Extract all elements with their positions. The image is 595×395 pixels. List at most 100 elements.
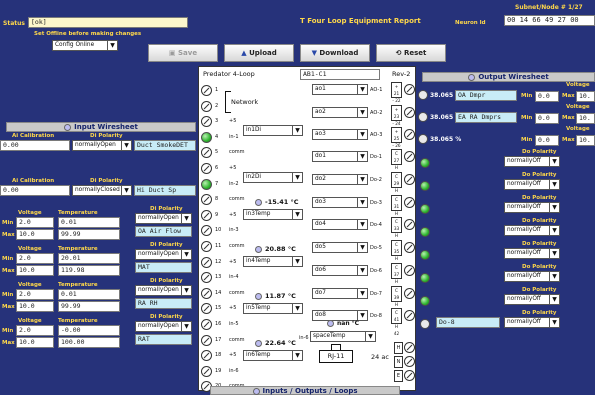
di-polarity-select[interactable]: normallyOpen ▼	[135, 285, 192, 296]
di-polarity-select[interactable]: normallyOpen ▼	[135, 249, 192, 260]
output-name-field[interactable]: OA Dmpr	[455, 90, 517, 101]
pin-label: +5	[229, 352, 237, 359]
ao-max-field[interactable]: 10.	[576, 91, 595, 102]
input-type-select[interactable]: in3Temp ▼	[243, 209, 303, 220]
min-label: Min	[2, 220, 14, 226]
input-name-field[interactable]: Duct SmokeDET	[134, 140, 196, 151]
voltage-min-field[interactable]: 2.0	[16, 325, 54, 336]
voltage-max-field[interactable]: 10.0	[16, 301, 54, 312]
output-led-icon	[420, 204, 430, 214]
ao-max-field[interactable]: 10.	[576, 135, 595, 146]
di-polarity-select[interactable]: normallyClosed ▼	[72, 185, 132, 196]
terminal-screw-icon	[404, 288, 415, 299]
input-name-field[interactable]: OA Air Flow	[135, 226, 192, 237]
input-wiresheet-header[interactable]: Input Wiresheet	[6, 122, 196, 132]
output-name-field[interactable]: EA RA Dmprs	[455, 112, 517, 123]
do-polarity-select[interactable]: normallyOff ▼	[504, 294, 560, 305]
mode-select[interactable]: Config Online ▼	[52, 40, 118, 51]
pin-number: 16	[215, 321, 222, 327]
pin-number: 19	[215, 367, 222, 374]
pin-label: +5	[229, 118, 237, 125]
output-label: Do-2	[370, 177, 382, 183]
output-type-select[interactable]: do5 ▼	[312, 242, 368, 253]
voltage-min-field[interactable]: 2.0	[16, 217, 54, 228]
input-temp: -15.41 °C	[255, 198, 299, 206]
ai-cal-field[interactable]: 0.00	[0, 185, 70, 196]
chevron-down-icon: ▼	[357, 130, 367, 139]
voltage-max-field[interactable]: 10.0	[16, 337, 54, 348]
ao-min-field[interactable]: 0.0	[535, 91, 559, 102]
output-type-select[interactable]: do2 ▼	[312, 174, 368, 185]
pin-label: comm	[229, 336, 245, 343]
board-id-field[interactable]: AB1-C1	[300, 69, 380, 80]
chevron-down-icon: ▼	[357, 243, 367, 252]
save-button[interactable]: ▣ Save	[148, 44, 218, 62]
do-polarity-select[interactable]: normallyOff ▼	[504, 225, 560, 236]
voltage-min-field[interactable]: 2.0	[16, 289, 54, 300]
do-polarity-select[interactable]: normallyOff ▼	[504, 179, 560, 190]
output-type-select[interactable]: do7 ▼	[312, 288, 368, 299]
temp-min-field[interactable]: 20.01	[58, 253, 120, 264]
input-name-field[interactable]: RA RH	[135, 298, 192, 309]
input-name-field[interactable]: Hi Duct Sp	[134, 185, 196, 196]
voltage-max-field[interactable]: 10.0	[16, 265, 54, 276]
temp-max-field[interactable]: 119.98	[58, 265, 120, 276]
pin-label: comm	[229, 149, 245, 156]
ao-min-field[interactable]: 0.0	[535, 135, 559, 146]
voltage-min-field[interactable]: 2.0	[16, 253, 54, 264]
temp-min-field[interactable]: 0.01	[58, 217, 120, 228]
upload-button[interactable]: ▲ Upload	[224, 44, 294, 62]
terminal-screw-icon	[404, 129, 415, 140]
rj11-notch	[331, 344, 341, 350]
do-polarity-select[interactable]: normallyOff ▼	[504, 202, 560, 213]
temp-min-field[interactable]: 0.01	[58, 289, 120, 300]
output-type-select[interactable]: ao2 ▼	[312, 107, 368, 118]
temp-max-field[interactable]: 99.99	[58, 301, 120, 312]
radio-icon	[64, 123, 72, 131]
status-label: Status	[3, 20, 25, 27]
input-type-select[interactable]: in2Di ▼	[243, 172, 303, 183]
output-led-icon	[420, 158, 430, 168]
reset-button[interactable]: ⟲ Reset	[376, 44, 446, 62]
voltage-max-field[interactable]: 10.0	[16, 229, 54, 240]
ao-min-field[interactable]: 0.0	[535, 113, 559, 124]
pin-number: 7	[215, 180, 219, 187]
output-type-select[interactable]: do6 ▼	[312, 265, 368, 276]
chevron-down-icon: ▼	[357, 175, 367, 184]
ai-cal-field[interactable]: 0.00	[0, 140, 70, 151]
do-polarity-select[interactable]: normallyOff ▼	[504, 271, 560, 282]
output-type-select[interactable]: do3 ▼	[312, 197, 368, 208]
do-polarity-select[interactable]: normallyOff ▼	[504, 317, 560, 328]
temp-min-field[interactable]: -0.00	[58, 325, 120, 336]
di-polarity-select[interactable]: normallyOpen ▼	[135, 321, 192, 332]
output-name-field[interactable]: Do-8	[436, 317, 500, 328]
spacetemp-select[interactable]: spaceTemp ▼	[310, 331, 376, 342]
output-type-select[interactable]: do1 ▼	[312, 151, 368, 162]
terminal-block: + 21- 22	[391, 82, 402, 103]
terminal-screw-icon	[201, 209, 212, 221]
pin-number: 5	[215, 149, 219, 156]
di-polarity-select[interactable]: normallyOpen ▼	[135, 213, 192, 224]
do-polarity-select[interactable]: normallyOff ▼	[504, 156, 560, 167]
temp-max-field[interactable]: 100.00	[58, 337, 120, 348]
input-type-select[interactable]: in1Di ▼	[243, 125, 303, 136]
do-polarity-select[interactable]: normallyOff ▼	[504, 248, 560, 259]
di-polarity-select[interactable]: normallyOpen ▼	[72, 140, 132, 151]
input-name-field[interactable]: RAT	[135, 334, 192, 345]
input-type-select[interactable]: in5Temp ▼	[243, 303, 303, 314]
input-type-select[interactable]: in6Temp ▼	[243, 350, 303, 361]
output-wiresheet-header[interactable]: Output Wiresheet	[422, 72, 595, 82]
input-name-field[interactable]: MAT	[135, 262, 192, 273]
chevron-down-icon: ▼	[181, 322, 191, 331]
output-type-select[interactable]: ao3 ▼	[312, 129, 368, 140]
terminal-screw-icon	[201, 287, 212, 299]
status-field: [ok]	[28, 17, 188, 28]
terminal-screw-icon	[201, 272, 212, 284]
download-button[interactable]: ▼ Download	[300, 44, 370, 62]
output-type-select[interactable]: ao1 ▼	[312, 84, 368, 95]
pin-number: 11	[215, 243, 222, 249]
ao-max-field[interactable]: 10.	[576, 113, 595, 124]
temp-max-field[interactable]: 99.99	[58, 229, 120, 240]
output-type-select[interactable]: do4 ▼	[312, 219, 368, 230]
input-type-select[interactable]: in4Temp ▼	[243, 256, 303, 267]
